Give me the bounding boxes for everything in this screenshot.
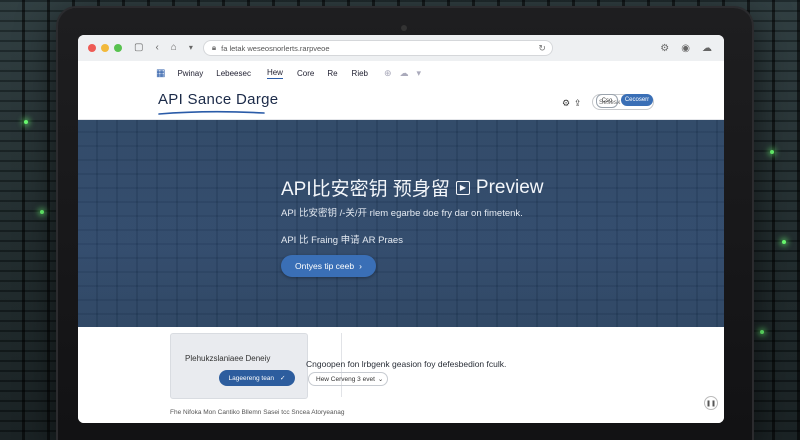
- nav-item-1[interactable]: Pwinay: [177, 69, 203, 78]
- share-icon[interactable]: ⇪: [574, 98, 582, 109]
- rack-led: [760, 330, 764, 334]
- browser-toolbar: ▢ ‹ ⌂ ▾ 🔒︎ fa letak weseosnorlerts.rarpv…: [78, 35, 724, 62]
- play-icon: ▶: [455, 180, 470, 195]
- chevron-down-icon[interactable]: ▾: [189, 44, 193, 52]
- version-select[interactable]: Hew Cerveng 3 evet ⌄: [308, 372, 388, 386]
- check-icon: ✓: [280, 375, 286, 382]
- hero-cta-label: Ontyes tip ceeb: [295, 261, 355, 271]
- chat-icon[interactable]: ☁: [400, 68, 409, 79]
- section-description: Cngoopen fon lrbgenk geasion foy defesbe…: [306, 359, 507, 369]
- nav-item-6[interactable]: Rieb: [352, 69, 368, 78]
- hero-subtitle-primary: API 比安密钥 /-关/开 rlem egarbe doe fry dar o…: [281, 208, 523, 219]
- rack-led: [782, 240, 786, 244]
- hero-banner: API比安密钥 预身留 ▶ Preview API 比安密钥 /-关/开 rle…: [78, 120, 724, 327]
- share-icon[interactable]: ☁: [702, 43, 712, 54]
- rack-led: [24, 120, 28, 124]
- chevron-down-icon: ⌄: [377, 376, 384, 383]
- profile-icon[interactable]: ◉: [681, 43, 690, 54]
- nav-item-5[interactable]: Re: [327, 69, 337, 78]
- hero-title: API比安密钥 预身留 ▶ Preview: [281, 174, 543, 201]
- secondary-header-button[interactable]: Cso: [596, 94, 618, 108]
- lock-icon: 🔒︎: [211, 43, 217, 52]
- brand-underline-swoosh: [158, 110, 265, 115]
- hero-title-suffix: Preview: [475, 176, 544, 198]
- brand-title: API Sance Darge: [158, 91, 279, 108]
- version-select-value: Hew Cerveng 3 evet: [316, 375, 375, 383]
- footer-text: Fhe Nifoka Mon Cantiko Bllemn Sasei tcc …: [170, 409, 345, 416]
- laptop-screen: ▢ ‹ ⌂ ▾ 🔒︎ fa letak weseosnorlerts.rarpv…: [78, 35, 724, 423]
- extension-icon[interactable]: ⚙: [660, 43, 669, 54]
- settings-icon[interactable]: ⚙: [562, 98, 570, 109]
- calendar-icon[interactable]: ▦: [156, 68, 165, 79]
- webcam: [401, 25, 407, 31]
- nav-item-4[interactable]: Core: [297, 69, 314, 78]
- preview-card-button[interactable]: Lageereng tean ✓: [219, 370, 295, 386]
- preview-card-button-label: Lageereng tean: [228, 374, 275, 382]
- reload-icon[interactable]: ↻: [538, 43, 546, 54]
- pause-icon[interactable]: ❚❚: [704, 396, 718, 410]
- rack-led: [770, 150, 774, 154]
- content-section: Plehukzslaniaee Deneiy Lageereng tean ✓ …: [78, 327, 724, 423]
- hero-title-text: API比安密钥 预身留: [281, 179, 450, 200]
- top-navigation: ▦ Pwinay Lebeesec Hew Core Re Rieb ⊕ ☁ ▾: [156, 68, 429, 79]
- preview-card: Plehukzslaniaee Deneiy Lageereng tean ✓: [170, 333, 308, 399]
- chevron-right-icon: ›: [359, 261, 362, 271]
- close-window-button[interactable]: [88, 44, 96, 52]
- nav-item-2[interactable]: Lebeesec: [216, 69, 251, 78]
- primary-header-button[interactable]: Cecoserr: [621, 94, 653, 106]
- url-text: fa letak weseosnorlerts.rarpveoe: [221, 43, 330, 53]
- address-bar[interactable]: 🔒︎ fa letak weseosnorlerts.rarpveoe ↻: [202, 40, 553, 56]
- hero-subtitle-secondary: API 比 Fraing 申请 AR Praes: [281, 235, 403, 246]
- maximize-window-button[interactable]: [114, 44, 122, 52]
- chevron-down-icon[interactable]: ▾: [417, 68, 422, 79]
- hero-cta-button[interactable]: Ontyes tip ceeb ›: [281, 255, 376, 277]
- home-icon[interactable]: ⌂: [171, 43, 177, 53]
- minimize-window-button[interactable]: [101, 44, 109, 52]
- rack-led: [40, 210, 44, 214]
- browser-extensions: ⚙ ◉ ☁: [660, 43, 712, 54]
- window-controls: [88, 44, 122, 52]
- globe-icon[interactable]: ⊕: [384, 68, 392, 79]
- site-header: ▦ Pwinay Lebeesec Hew Core Re Rieb ⊕ ☁ ▾…: [78, 61, 724, 120]
- nav-item-3[interactable]: Hew: [266, 68, 283, 79]
- sidebar-toggle-icon[interactable]: ▢: [134, 43, 143, 53]
- back-icon[interactable]: ‹: [155, 43, 158, 53]
- preview-card-title: Plehukzslaniaee Deneiy: [185, 354, 271, 363]
